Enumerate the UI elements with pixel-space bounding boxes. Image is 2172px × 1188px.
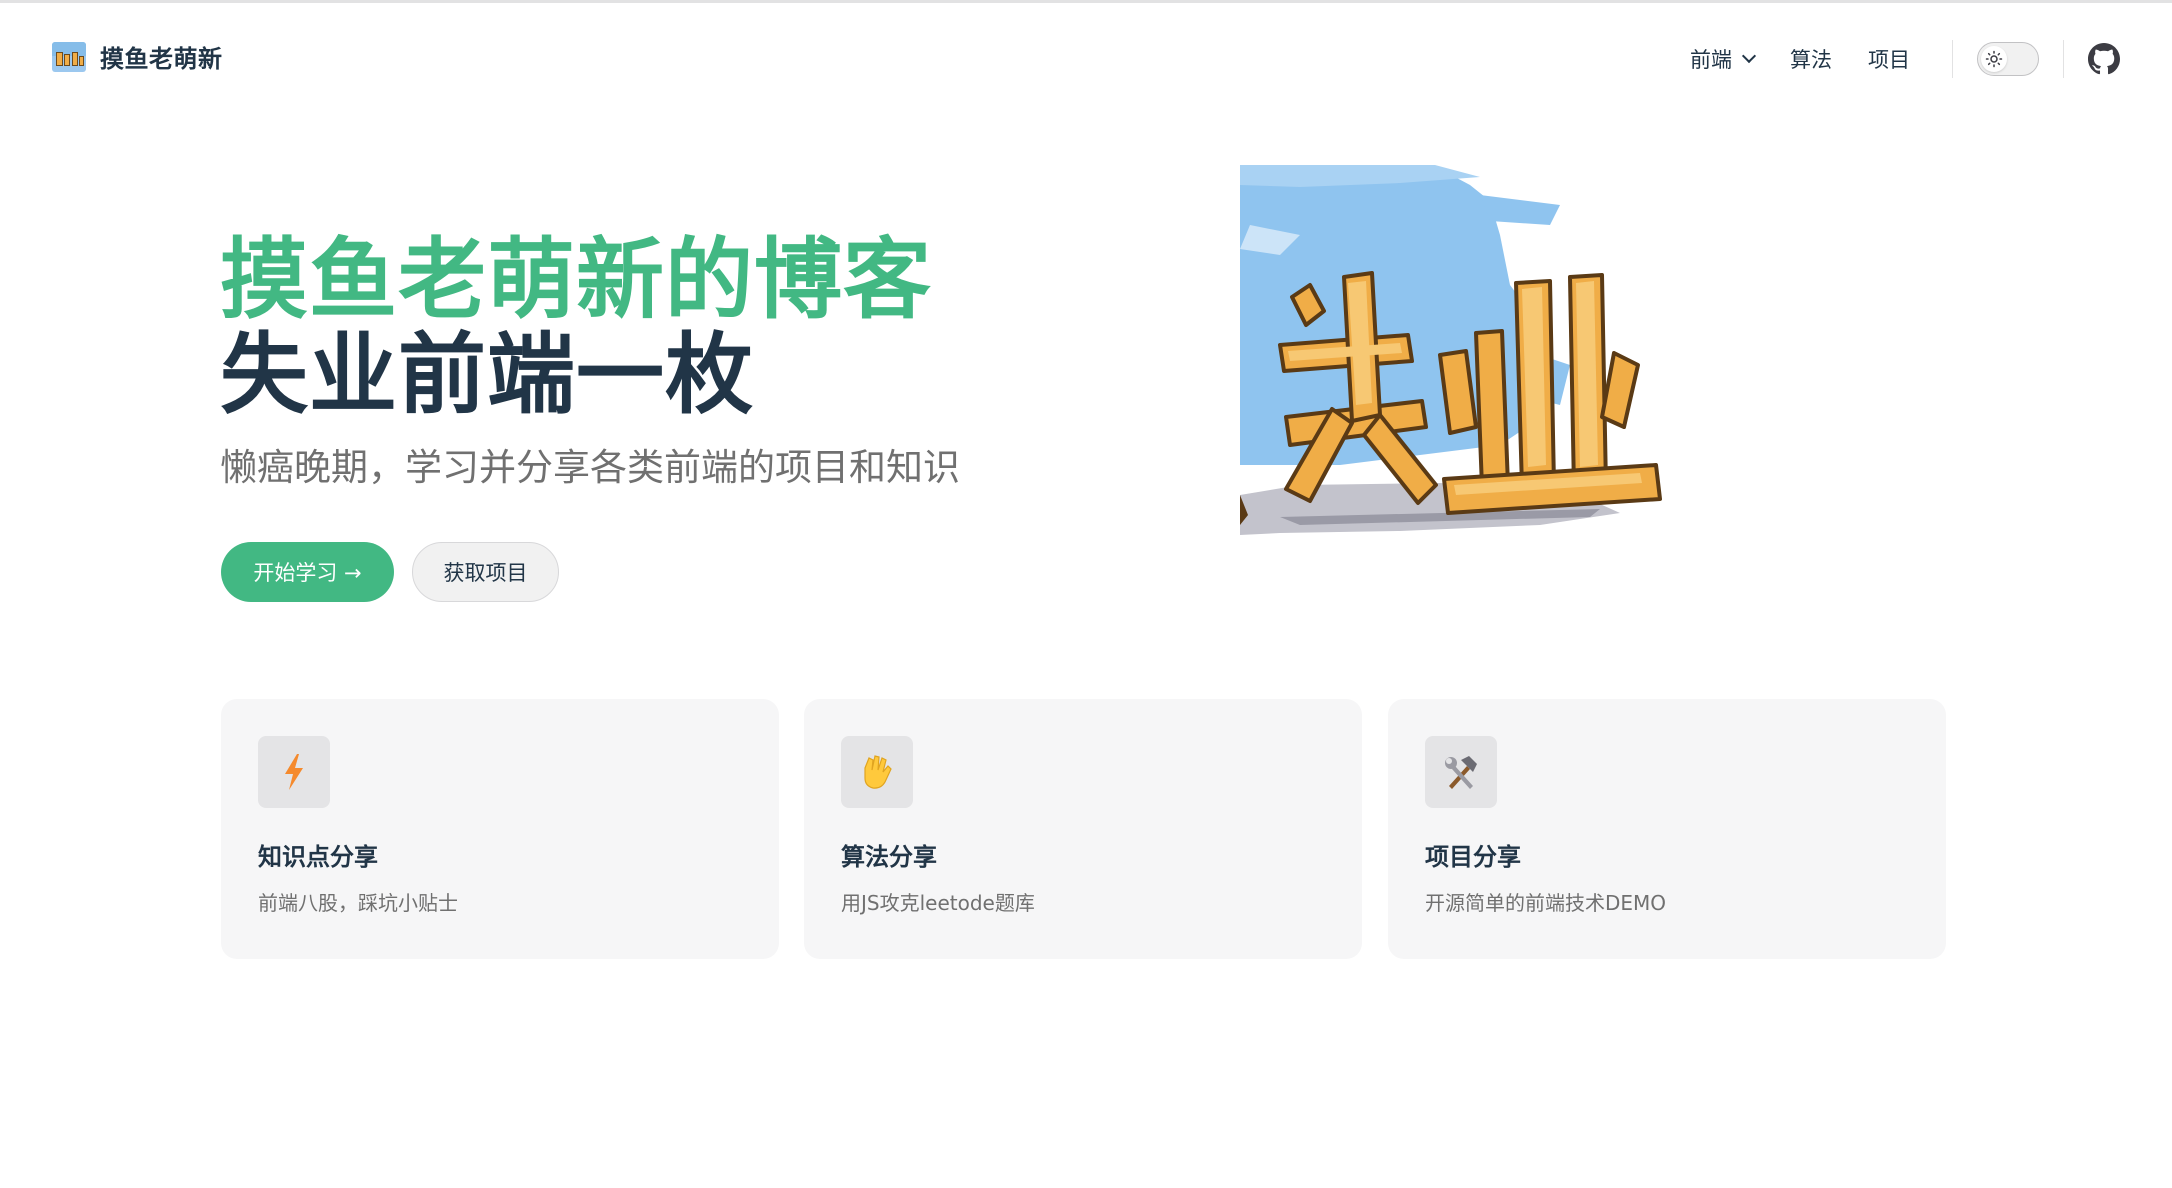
feature-icon-box — [841, 736, 913, 808]
feature-details: 用JS攻克leetode题库 — [841, 891, 1035, 915]
feature-card-projects[interactable]: 项目分享 开源简单的前端技术DEMO — [1388, 699, 1946, 959]
feature-icon-box — [1425, 736, 1497, 808]
feature-card-knowledge[interactable]: 知识点分享 前端八股，踩坑小贴士 — [221, 699, 779, 959]
hero-name: 摸鱼老萌新的博客 — [220, 228, 933, 331]
hero-tagline: 懒癌晚期，学习并分享各类前端的项目和知识 — [220, 446, 960, 489]
hero-text: 失业前端一枚 — [220, 323, 755, 426]
start-learning-button[interactable]: 开始学习 → — [221, 542, 394, 602]
nav-item-projects[interactable]: 项目 — [1850, 44, 1928, 74]
navbar: 摸鱼老萌新 前端 算法 项目 — [0, 3, 2172, 109]
nav-menu: 前端 算法 项目 — [1672, 35, 2120, 83]
feature-icon-box — [258, 736, 330, 808]
feature-card-algorithm[interactable]: 算法分享 用JS攻克leetode题库 — [804, 699, 1362, 959]
nav-item-frontend[interactable]: 前端 — [1672, 44, 1772, 74]
lightning-icon — [285, 754, 303, 790]
chevron-down-icon — [1741, 48, 1757, 64]
nav-item-label: 项目 — [1868, 48, 1910, 72]
nav-item-algorithm[interactable]: 算法 — [1772, 44, 1850, 74]
toggle-knob — [1981, 46, 2007, 72]
site-logo — [52, 41, 86, 72]
feature-details: 开源简单的前端技术DEMO — [1425, 891, 1667, 915]
nav-divider — [1952, 40, 1953, 78]
feature-title: 算法分享 — [841, 843, 937, 871]
github-icon[interactable] — [2088, 43, 2120, 75]
site-title: 摸鱼老萌新 — [100, 45, 223, 73]
site-brand[interactable]: 摸鱼老萌新 — [52, 39, 223, 74]
vulcan-salute-icon — [864, 755, 892, 789]
appearance-toggle[interactable] — [1977, 42, 2039, 76]
nav-item-label: 前端 — [1690, 48, 1732, 72]
feature-title: 知识点分享 — [258, 843, 378, 871]
sun-icon — [1985, 50, 2003, 68]
feature-title: 项目分享 — [1425, 843, 1521, 871]
hero-illustration — [1240, 165, 1662, 535]
nav-item-label: 算法 — [1790, 48, 1832, 72]
get-projects-button[interactable]: 获取项目 — [412, 542, 559, 602]
feature-details: 前端八股，踩坑小贴士 — [258, 891, 458, 915]
hammer-wrench-icon — [1445, 756, 1477, 789]
nav-divider — [2063, 40, 2064, 78]
